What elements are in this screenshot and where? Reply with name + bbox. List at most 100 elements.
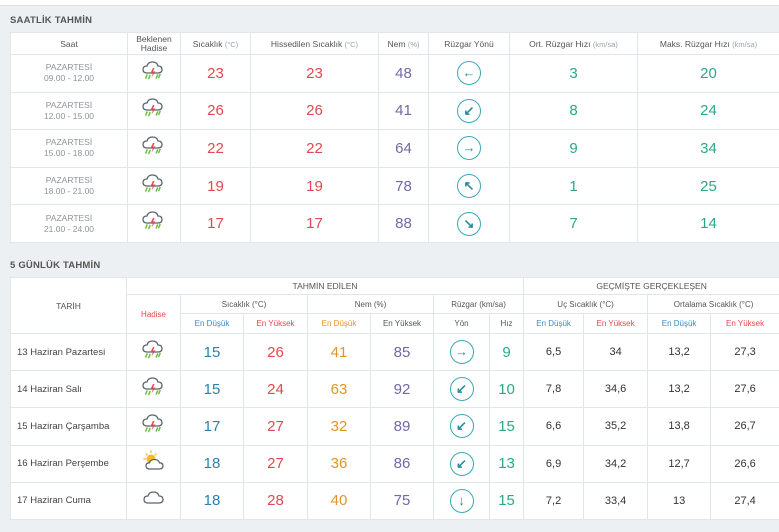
avg-wind-cell: 3: [509, 54, 638, 93]
wind-arrow-glyph: →: [462, 140, 476, 156]
wind-dir-cell: ↓: [433, 481, 490, 520]
wind-east-icon: →: [457, 136, 481, 161]
table-row: PAZARTESİ 09.00 - 12.00 23 23 48 ← 3 20: [10, 54, 779, 93]
wind-speed-cell: 15: [488, 407, 525, 446]
wind-arrow-glyph: ↙: [456, 418, 467, 434]
ext-min-cell: 7,2: [523, 481, 585, 520]
date-cell: 17 Haziran Cuma: [10, 481, 127, 520]
avg-min-cell: 13: [647, 481, 712, 520]
header-temp: Sıcaklık (°C): [180, 32, 251, 55]
time-cell: PAZARTESİ 15.00 - 18.00: [10, 129, 128, 168]
daily-header-row-1: TARİH TAHMİN EDİLEN GEÇMİŞTE GERÇEKLEŞEN: [10, 277, 779, 334]
temp-max-cell: 24: [243, 370, 308, 409]
table-row: PAZARTESİ 12.00 - 15.00 26 26 41 ↙ 8 24: [10, 91, 779, 131]
time-day: PAZARTESİ: [45, 137, 93, 148]
wind-west-icon: ←: [457, 61, 481, 86]
time-day: PAZARTESİ: [45, 175, 93, 186]
humidity-cell: 78: [378, 166, 429, 206]
hum-min-cell: 36: [307, 444, 371, 483]
humidity-cell: 88: [378, 204, 429, 243]
time-cell: PAZARTESİ 12.00 - 15.00: [10, 91, 128, 131]
time-range: 12.00 - 15.00: [43, 110, 95, 121]
cloudy-icon: [141, 486, 167, 515]
thunder-rain-icon: [141, 412, 167, 441]
time-day: PAZARTESİ: [45, 62, 93, 73]
max-wind-cell: 25: [637, 166, 779, 206]
temp-max-cell: 28: [243, 481, 308, 520]
header-wind-dir: Yön: [433, 313, 490, 334]
daily-section-title: 5 GÜNLÜK TAHMİN: [10, 260, 101, 271]
wind-arrow-glyph: ↘: [463, 215, 475, 231]
header-temp-unit: (°C): [224, 39, 239, 49]
table-row: PAZARTESİ 21.00 - 24.00 17 17 88 ↘ 7 14: [10, 204, 779, 243]
hum-max-cell: 85: [370, 332, 434, 372]
hourly-forecast-table: Saat Beklenen Hadise Sıcaklık (°C) Hisse…: [10, 32, 779, 243]
wind-speed-cell: 10: [488, 370, 525, 409]
temp-min-cell: 15: [180, 370, 244, 409]
event-cell: [126, 407, 181, 446]
hum-min-cell: 63: [307, 370, 371, 409]
thunder-rain-icon: [141, 134, 167, 163]
header-humidity-unit: (%): [407, 39, 420, 49]
temp-min-cell: 18: [180, 444, 244, 483]
wind-east-icon: →: [449, 340, 474, 365]
header-hum-max: En Yüksek: [370, 313, 434, 334]
header-past-group: GEÇMİŞTE GERÇEKLEŞEN: [523, 277, 779, 295]
wind-southwest-icon: ↙: [449, 377, 474, 402]
temp-max-cell: 26: [243, 332, 308, 372]
wind-northwest-icon: ↖: [457, 174, 481, 199]
table-row: 15 Haziran Çarşamba 17 27 32 89 ↙ 15 6,6 35,2 13,…: [10, 407, 779, 446]
header-wind-speed: Hız: [488, 313, 525, 334]
avg-wind-cell: 1: [509, 166, 638, 206]
header-event: Hadise: [126, 294, 181, 334]
temp-min-cell: 17: [180, 407, 244, 446]
wind-dir-cell: →: [428, 129, 510, 168]
event-cell: [126, 370, 181, 409]
wind-dir-cell: ↙: [433, 444, 490, 483]
ext-min-cell: 7,8: [523, 370, 585, 409]
humidity-cell: 64: [378, 129, 429, 168]
temp-cell: 22: [180, 129, 251, 168]
header-ext-min: En Düşük: [523, 313, 585, 334]
header-max-wind-unit: (km/sa): [732, 39, 758, 49]
wind-dir-cell: ↙: [433, 407, 490, 446]
avg-max-cell: 27,4: [710, 481, 779, 520]
thunder-rain-icon: [141, 172, 167, 201]
ext-min-cell: 6,9: [523, 444, 585, 483]
avg-max-cell: 26,6: [710, 444, 779, 483]
avg-wind-cell: 7: [509, 204, 638, 243]
time-range: 21.00 - 24.00: [43, 223, 95, 234]
hourly-header-row: Saat Beklenen Hadise Sıcaklık (°C) Hisse…: [10, 32, 779, 55]
header-avg-wind-unit: (km/sa): [592, 39, 618, 49]
thunder-rain-icon: [141, 338, 167, 367]
wind-dir-cell: ↘: [428, 204, 510, 243]
ext-max-cell: 34,6: [583, 370, 649, 409]
avg-min-cell: 12,7: [647, 444, 712, 483]
wind-southwest-icon: ↙: [457, 98, 481, 123]
ext-max-cell: 34,2: [583, 444, 649, 483]
temp-min-cell: 18: [180, 481, 244, 520]
temp-cell: 17: [180, 204, 251, 243]
time-cell: PAZARTESİ 09.00 - 12.00: [10, 54, 128, 93]
wind-dir-cell: →: [433, 332, 490, 372]
hum-max-cell: 86: [370, 444, 434, 483]
time-cell: PAZARTESİ 18.00 - 21.00: [10, 166, 128, 206]
feels-cell: 19: [250, 166, 379, 206]
event-cell: [126, 444, 181, 483]
wind-speed-cell: 13: [488, 444, 525, 483]
time-cell: PAZARTESİ 21.00 - 24.00: [10, 204, 128, 243]
max-wind-cell: 20: [637, 54, 779, 93]
header-feels-unit: (°C): [344, 39, 359, 49]
event-cell: [127, 54, 181, 93]
table-row: 17 Haziran Cuma 18 28 40 75 ↓ 15 7,2 33,4 13 27,4: [10, 481, 779, 520]
table-row: 13 Haziran Pazartesi 15 26 41 85 → 9 6,5 34 13,2 2…: [10, 332, 779, 372]
wind-dir-cell: ←: [428, 54, 510, 93]
avg-min-cell: 13,2: [647, 370, 712, 409]
header-temp-min: En Düşük: [180, 313, 244, 334]
header-wind-dir: Rüzgar Yönü: [428, 32, 510, 55]
thunder-rain-icon: [141, 96, 167, 125]
wind-arrow-glyph: →: [455, 344, 468, 360]
wind-dir-cell: ↖: [428, 166, 510, 206]
header-time: Saat: [10, 32, 128, 55]
date-cell: 14 Haziran Salı: [10, 370, 127, 409]
